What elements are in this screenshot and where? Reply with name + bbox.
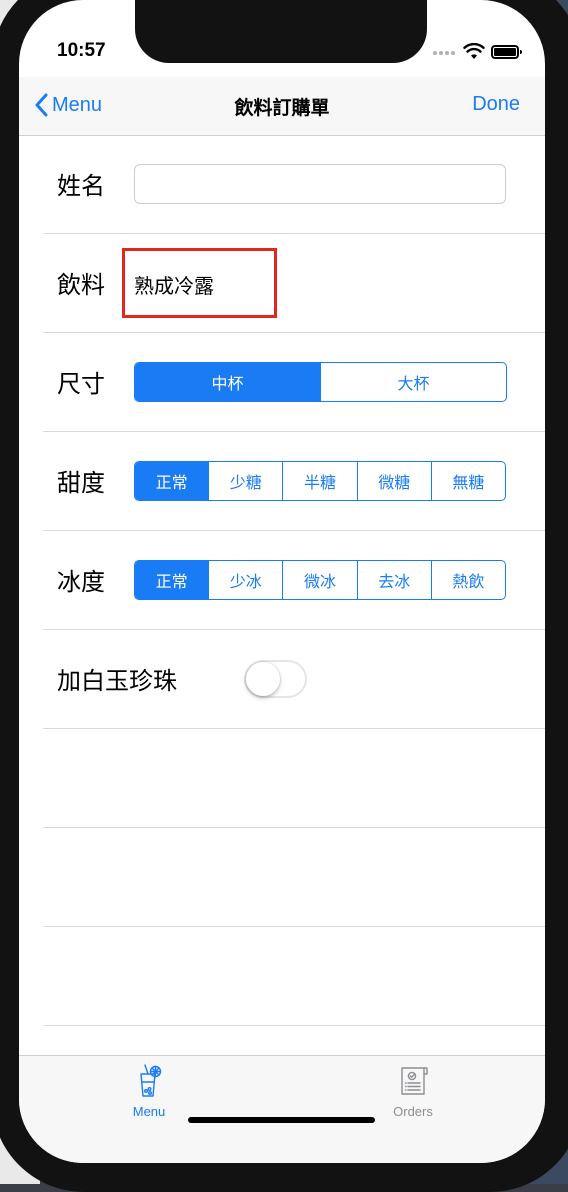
notch bbox=[135, 0, 427, 63]
pearls-label: 加白玉珍珠 bbox=[57, 667, 177, 695]
tab-bar: Menu Orders bbox=[19, 1055, 545, 1163]
tab-menu[interactable]: Menu bbox=[99, 1064, 199, 1119]
ice-option-none[interactable]: 去冰 bbox=[356, 561, 431, 599]
size-row: 尺寸 中杯 大杯 bbox=[43, 332, 545, 432]
phone-screen: 10:57 Menu 飲料訂購單 Done 姓名 飲料 熟成冷露 尺寸 中杯 大… bbox=[19, 0, 545, 1163]
size-segmented-control: 中杯 大杯 bbox=[134, 362, 507, 402]
signal-icon bbox=[433, 51, 459, 57]
name-label: 姓名 bbox=[57, 172, 105, 200]
sweetness-option-half[interactable]: 半糖 bbox=[282, 462, 356, 500]
name-input[interactable] bbox=[134, 164, 506, 204]
page-title: 飲料訂購單 bbox=[234, 97, 330, 119]
sweetness-segmented-control: 正常 少糖 半糖 微糖 無糖 bbox=[134, 461, 506, 501]
sweetness-option-less[interactable]: 少糖 bbox=[208, 462, 282, 500]
tab-orders[interactable]: Orders bbox=[363, 1064, 463, 1119]
annotation-highlight-box bbox=[122, 248, 277, 318]
size-option-large[interactable]: 大杯 bbox=[320, 363, 506, 401]
size-option-medium[interactable]: 中杯 bbox=[135, 363, 320, 401]
drink-label: 飲料 bbox=[57, 271, 105, 299]
pearls-row: 加白玉珍珠 bbox=[43, 629, 545, 729]
order-receipt-icon bbox=[401, 1067, 428, 1095]
separator bbox=[43, 1025, 545, 1026]
toggle-knob bbox=[246, 662, 280, 696]
status-time: 10:57 bbox=[57, 40, 106, 61]
ice-option-light[interactable]: 微冰 bbox=[282, 561, 356, 599]
drink-cup-icon bbox=[140, 1064, 162, 1097]
tab-orders-label: Orders bbox=[393, 1104, 433, 1119]
ice-option-regular[interactable]: 正常 bbox=[135, 561, 209, 599]
sweetness-option-light[interactable]: 微糖 bbox=[356, 462, 431, 500]
sweetness-option-regular[interactable]: 正常 bbox=[135, 462, 209, 500]
pearls-toggle[interactable] bbox=[244, 660, 307, 698]
battery-icon bbox=[491, 45, 522, 59]
tab-menu-label: Menu bbox=[132, 1104, 166, 1119]
size-label: 尺寸 bbox=[57, 370, 105, 398]
sweetness-label: 甜度 bbox=[57, 469, 105, 497]
name-row: 姓名 bbox=[43, 134, 545, 234]
phone-frame: 10:57 Menu 飲料訂購單 Done 姓名 飲料 熟成冷露 尺寸 中杯 大… bbox=[0, 0, 568, 1192]
home-indicator[interactable] bbox=[188, 1117, 375, 1123]
ice-segmented-control: 正常 少冰 微冰 去冰 熱飲 bbox=[134, 560, 506, 600]
wifi-icon bbox=[463, 43, 485, 59]
separator bbox=[43, 827, 545, 828]
ice-label: 冰度 bbox=[57, 568, 105, 596]
navigation-bar: Menu 飲料訂購單 Done bbox=[19, 77, 545, 136]
ice-row: 冰度 正常 少冰 微冰 去冰 熱飲 bbox=[43, 530, 545, 630]
sweetness-option-none[interactable]: 無糖 bbox=[430, 462, 505, 500]
ice-option-less[interactable]: 少冰 bbox=[208, 561, 282, 599]
done-button[interactable]: Done bbox=[472, 93, 520, 116]
ice-option-hot[interactable]: 熱飲 bbox=[430, 561, 505, 599]
drink-row: 飲料 熟成冷露 bbox=[43, 233, 545, 333]
separator bbox=[43, 926, 545, 927]
sweetness-row: 甜度 正常 少糖 半糖 微糖 無糖 bbox=[43, 431, 545, 531]
